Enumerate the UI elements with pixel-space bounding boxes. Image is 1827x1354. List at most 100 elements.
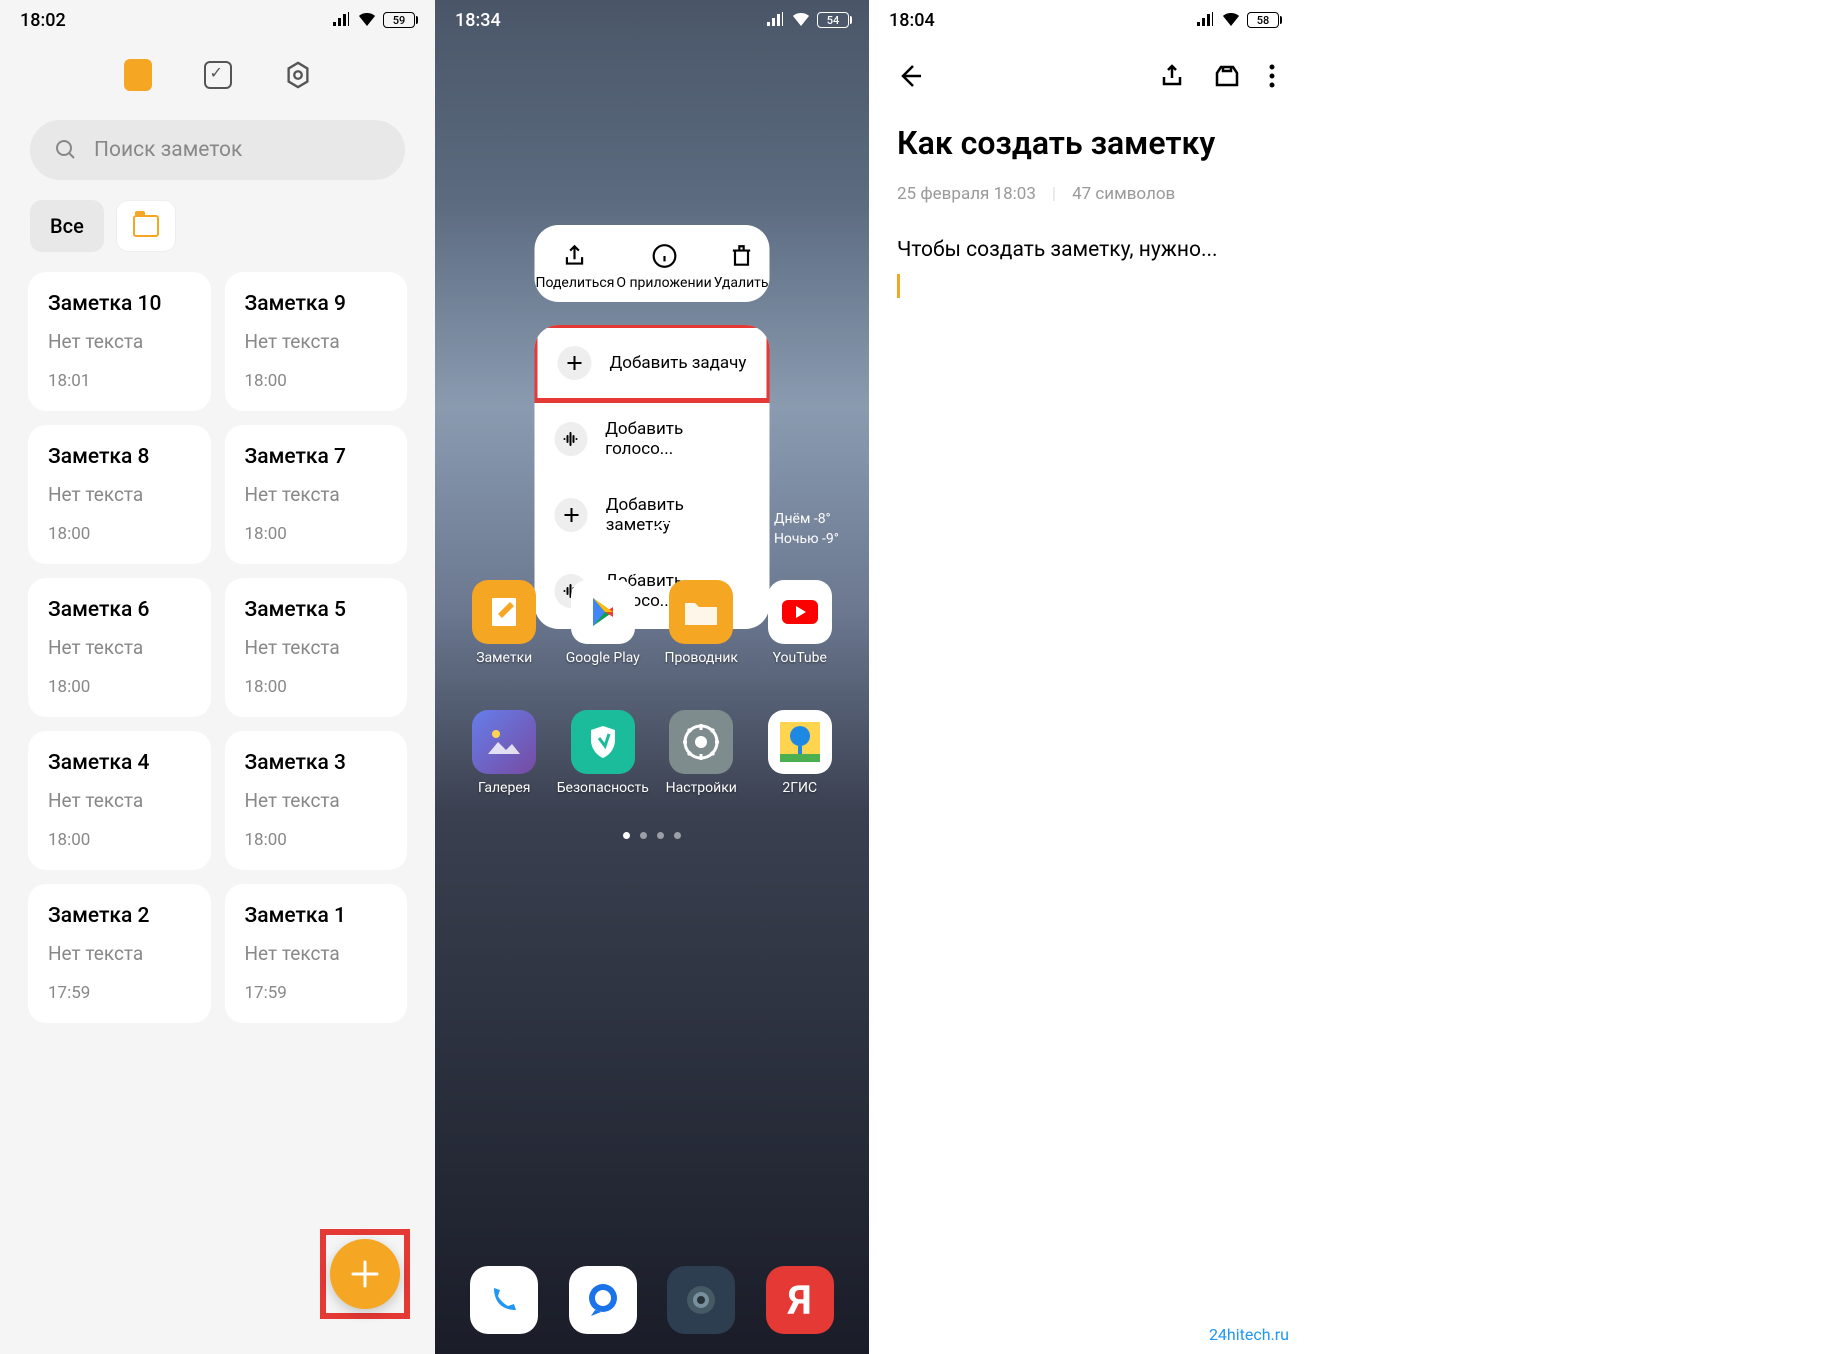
gear-icon <box>283 59 313 91</box>
share-icon <box>562 243 588 269</box>
plus-icon <box>558 346 592 380</box>
note-title: Заметка 5 <box>245 598 388 622</box>
tab-notes[interactable] <box>123 60 153 90</box>
back-button[interactable] <box>893 60 925 92</box>
page-indicator <box>623 832 681 839</box>
note-card[interactable]: Заметка 10Нет текста18:01 <box>28 272 211 411</box>
note-card[interactable]: Заметка 9Нет текста18:00 <box>225 272 408 411</box>
security-app-icon <box>571 710 635 774</box>
note-time: 18:00 <box>245 371 388 391</box>
play-app[interactable]: Google Play <box>558 580 648 666</box>
note-title[interactable]: Как создать заметку <box>869 112 1299 174</box>
yandex-app[interactable]: Я <box>766 1266 834 1334</box>
tab-settings[interactable] <box>283 60 313 90</box>
gallery-app-icon <box>472 710 536 774</box>
app-label: Настройки <box>666 780 737 796</box>
page-dot[interactable] <box>640 832 647 839</box>
add-voice-label: Добавить голосо... <box>605 419 749 459</box>
messages-app[interactable] <box>569 1266 637 1334</box>
about-action[interactable]: О приложении <box>616 243 711 292</box>
fab-highlight <box>320 1229 410 1319</box>
note-title: Заметка 3 <box>245 751 388 775</box>
page-dot[interactable] <box>674 832 681 839</box>
note-card[interactable]: Заметка 3Нет текста18:00 <box>225 731 408 870</box>
weather-city: ердл. <box>610 562 645 578</box>
search-icon <box>54 138 78 162</box>
security-app[interactable]: Безопасность <box>558 710 648 796</box>
editor-actions <box>1159 63 1275 89</box>
page-dot[interactable] <box>623 832 630 839</box>
filter-folder-button[interactable] <box>116 200 176 252</box>
folder-icon <box>133 215 159 237</box>
add-note-fab[interactable] <box>330 1239 400 1309</box>
notes-app[interactable]: Заметки <box>459 580 549 666</box>
phone-app[interactable] <box>470 1266 538 1334</box>
add-task-item[interactable]: Добавить задачу <box>535 325 770 403</box>
cloud-icon <box>640 515 680 545</box>
note-meta: 25 февраля 18:03 | 47 символов <box>869 174 1299 214</box>
note-card[interactable]: Заметка 4Нет текста18:00 <box>28 731 211 870</box>
add-voice-item[interactable]: Добавить голосо... <box>535 401 770 477</box>
filter-all-button[interactable]: Все <box>30 200 104 252</box>
filter-row: Все <box>0 200 435 272</box>
note-time: 18:00 <box>245 524 388 544</box>
note-card[interactable]: Заметка 6Нет текста18:00 <box>28 578 211 717</box>
search-input[interactable]: Поиск заметок <box>30 120 405 180</box>
note-time: 18:00 <box>48 524 191 544</box>
youtube-app[interactable]: YouTube <box>755 580 845 666</box>
gallery-app[interactable]: Галерея <box>459 710 549 796</box>
play-app-icon <box>571 580 635 644</box>
notes-app-icon <box>472 580 536 644</box>
status-icons: 59 <box>331 12 415 28</box>
app-label: Заметки <box>476 650 532 666</box>
dock: Я <box>435 1266 869 1334</box>
note-title: Заметка 2 <box>48 904 191 928</box>
note-time: 17:59 <box>48 983 191 1003</box>
tab-checklist[interactable] <box>203 60 233 90</box>
share-icon[interactable] <box>1159 63 1185 89</box>
delete-action[interactable]: Удалить <box>714 243 769 292</box>
waveform-icon <box>555 422 588 456</box>
share-action[interactable]: Поделиться <box>536 243 615 292</box>
note-title: Заметка 1 <box>245 904 388 928</box>
weather-details: Днём -8° Ночью -9° <box>774 510 839 549</box>
camera-app[interactable] <box>667 1266 735 1334</box>
2gis-app[interactable]: 2ГИС <box>755 710 845 796</box>
note-subtitle: Нет текста <box>48 636 191 659</box>
note-subtitle: Нет текста <box>245 483 388 506</box>
note-subtitle: Нет текста <box>48 330 191 353</box>
settings-app[interactable]: Настройки <box>656 710 746 796</box>
note-date: 25 февраля 18:03 <box>897 184 1036 204</box>
notes-grid: Заметка 10Нет текста18:01 Заметка 9Нет т… <box>0 272 435 1023</box>
more-icon[interactable] <box>1269 64 1275 88</box>
note-card[interactable]: Заметка 7Нет текста18:00 <box>225 425 408 564</box>
status-time: 18:34 <box>455 10 501 31</box>
weather-widget[interactable]: -8° ердл. Днём -8° Ночью -9° <box>640 504 839 556</box>
note-text: Чтобы создать заметку, нужно... <box>897 238 1218 262</box>
note-body[interactable]: Чтобы создать заметку, нужно... <box>869 214 1299 322</box>
trash-icon <box>728 243 754 269</box>
note-time: 17:59 <box>245 983 388 1003</box>
battery-icon: 59 <box>383 12 415 28</box>
popup-actions: Поделиться О приложении Удалить <box>535 225 770 302</box>
signal-icon <box>331 12 351 28</box>
status-time: 18:04 <box>889 10 935 31</box>
note-time: 18:00 <box>48 830 191 850</box>
editor-header <box>869 40 1299 112</box>
note-card[interactable]: Заметка 8Нет текста18:00 <box>28 425 211 564</box>
note-card[interactable]: Заметка 1Нет текста17:59 <box>225 884 408 1023</box>
status-bar: 18:34 54 <box>435 0 869 40</box>
theme-icon[interactable] <box>1213 63 1241 89</box>
page-dot[interactable] <box>657 832 664 839</box>
text-cursor <box>897 274 900 298</box>
note-title: Заметка 8 <box>48 445 191 469</box>
note-card[interactable]: Заметка 2Нет текста17:59 <box>28 884 211 1023</box>
note-char-count: 47 символов <box>1072 184 1175 204</box>
files-app[interactable]: Проводник <box>656 580 746 666</box>
battery-icon: 58 <box>1247 12 1279 28</box>
note-card[interactable]: Заметка 5Нет текста18:00 <box>225 578 408 717</box>
app-label: Проводник <box>665 650 739 666</box>
about-label: О приложении <box>616 275 711 292</box>
note-title: Заметка 10 <box>48 292 191 316</box>
note-time: 18:00 <box>245 677 388 697</box>
